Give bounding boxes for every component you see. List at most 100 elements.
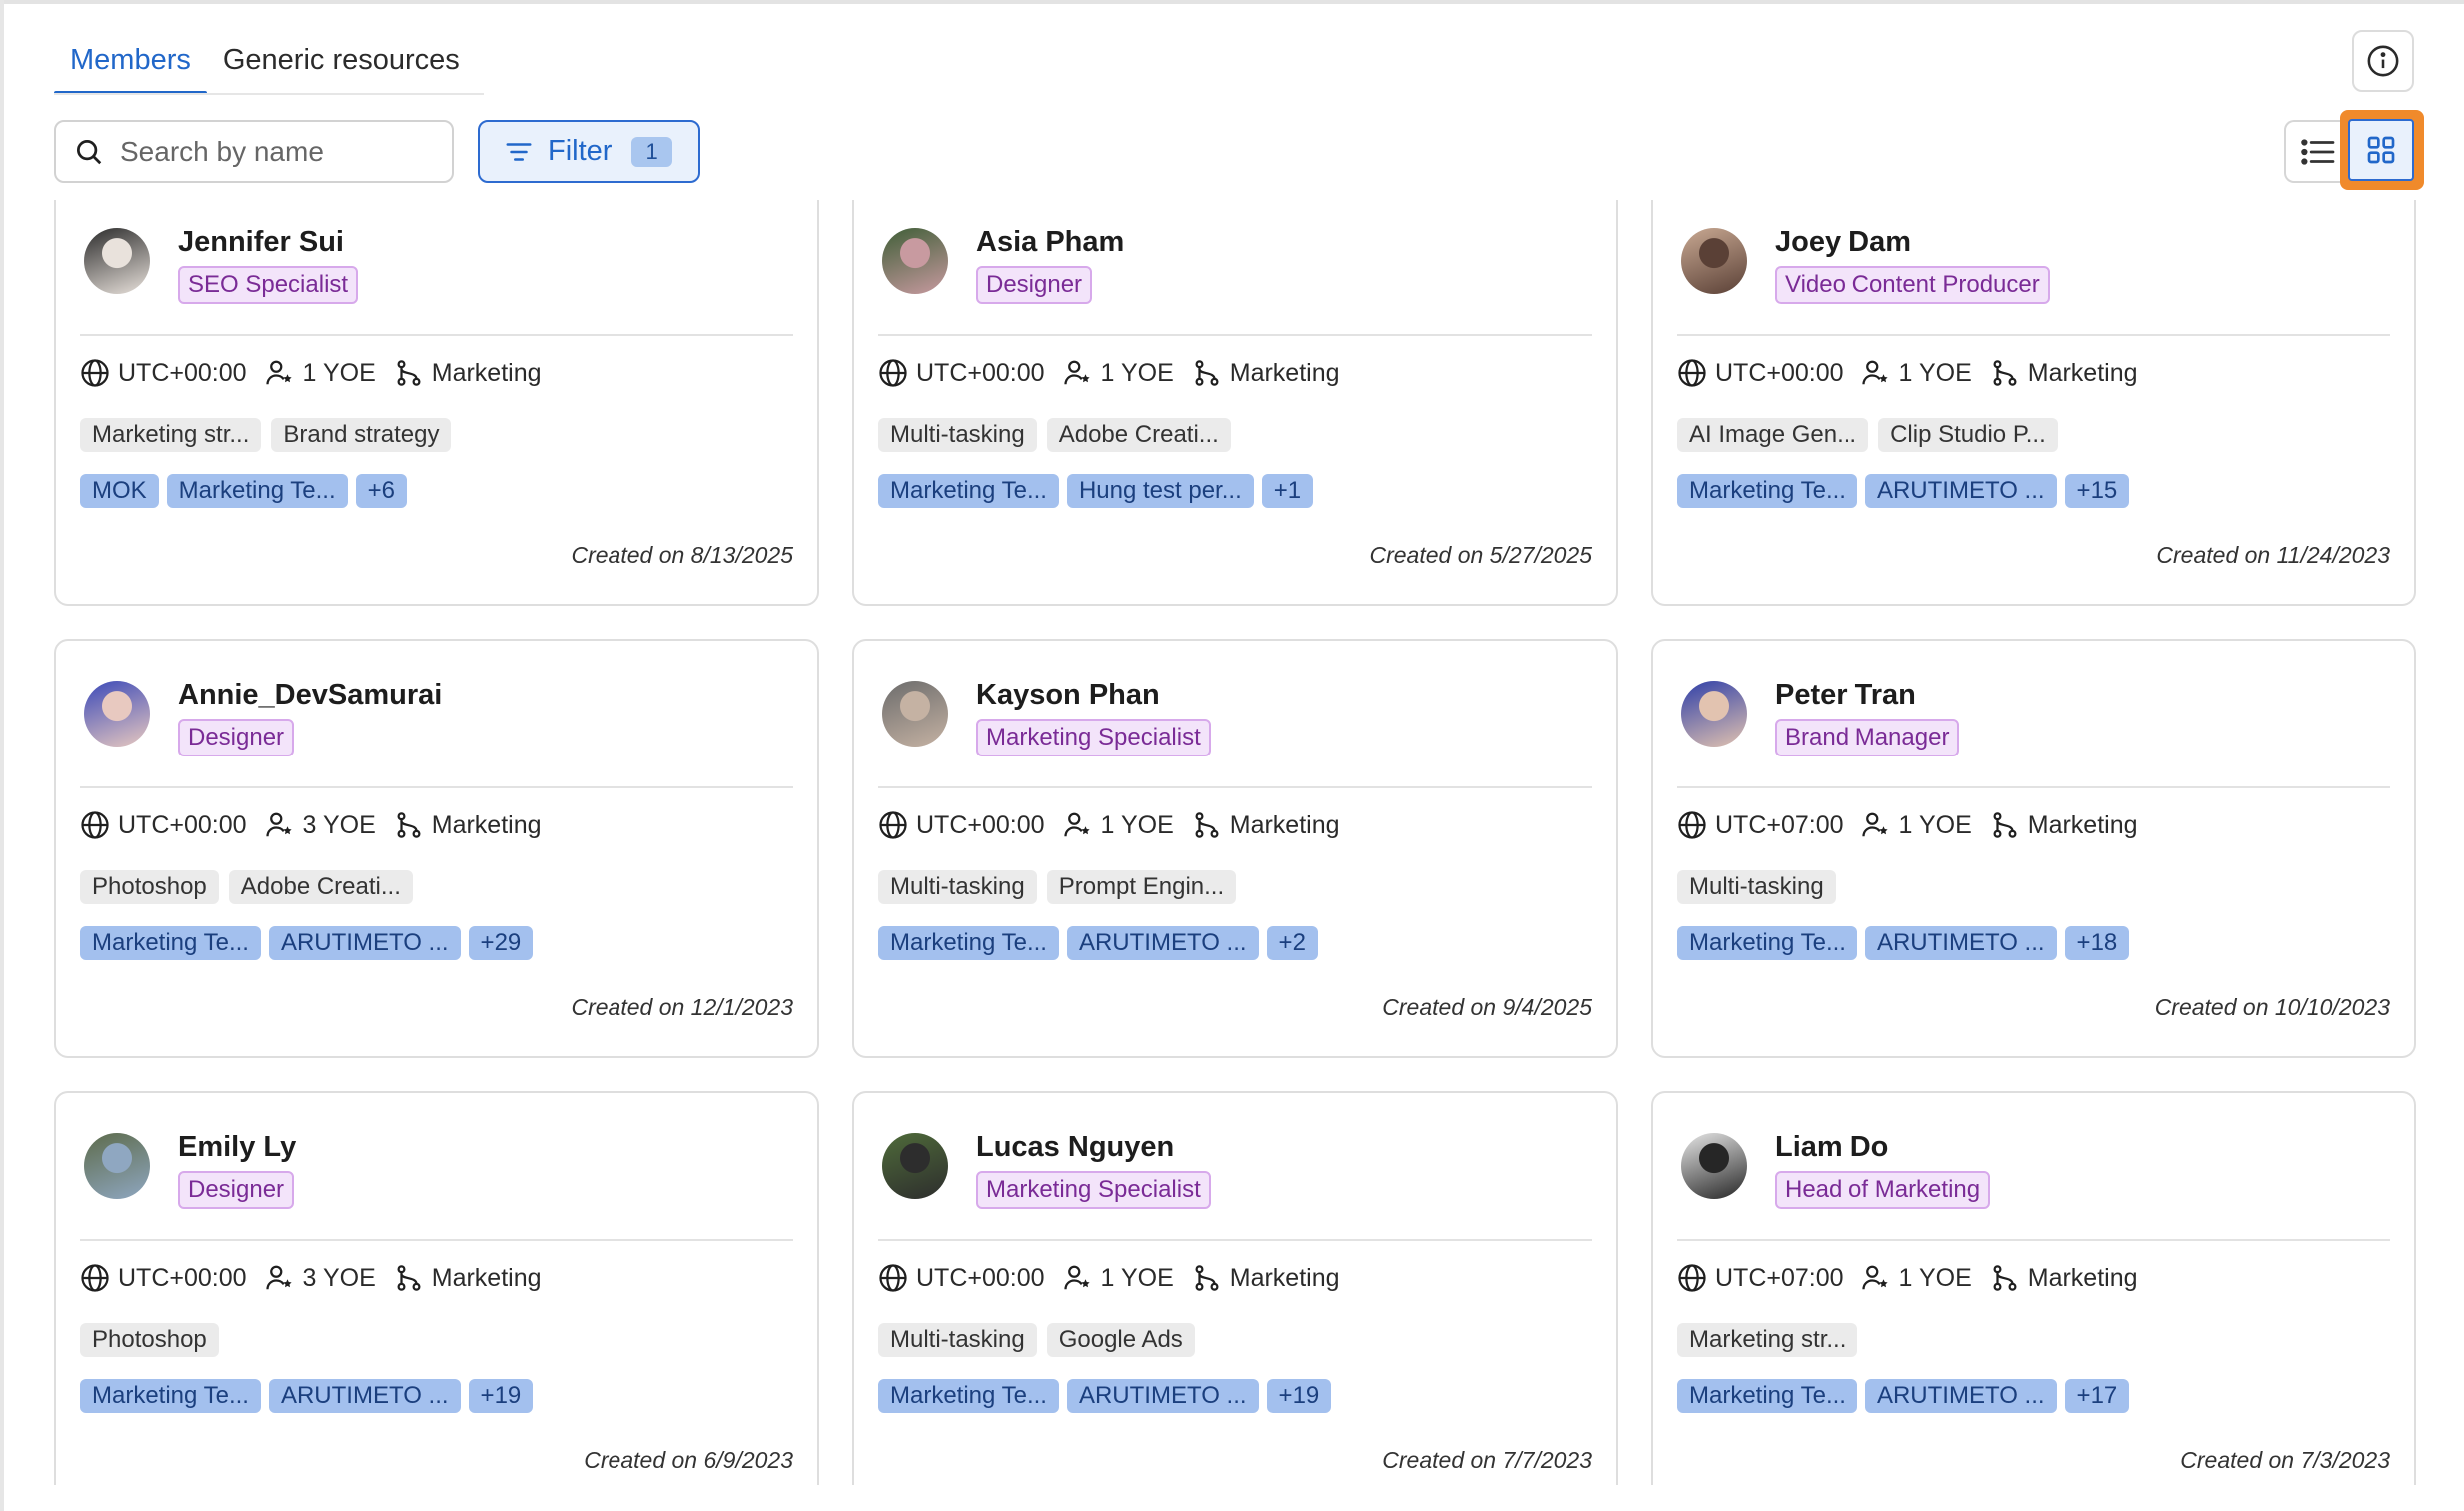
more-teams-badge[interactable]: +15 xyxy=(2064,474,2130,508)
timezone-text: UTC+00:00 xyxy=(916,1263,1045,1292)
search-icon xyxy=(77,139,102,164)
member-meta: UTC+00:00 1 YOE Marketing xyxy=(80,358,560,388)
role-badge: Marketing Specialist xyxy=(976,719,1211,756)
filter-button[interactable]: Filter 1 xyxy=(478,120,700,183)
timezone-text: UTC+07:00 xyxy=(1715,810,1844,839)
team-tag: ARUTIMETO ... xyxy=(1864,1379,2057,1413)
member-card[interactable]: Peter Tran Brand Manager UTC+07:00 1 YOE… xyxy=(1651,639,2416,1058)
team-tag: ARUTIMETO ... xyxy=(1066,926,1259,960)
more-teams-badge[interactable]: +1 xyxy=(1261,474,1314,508)
member-name: Jennifer Sui xyxy=(178,226,344,258)
filter-count-badge: 1 xyxy=(631,136,672,167)
info-icon xyxy=(2367,45,2399,77)
created-date: Created on 11/24/2023 xyxy=(2156,542,2390,568)
team-tag: Marketing Te... xyxy=(1677,474,1857,508)
more-teams-badge[interactable]: +19 xyxy=(1266,1379,1332,1413)
more-teams-badge[interactable]: +29 xyxy=(468,926,534,960)
member-card[interactable]: Joey Dam Video Content Producer UTC+00:0… xyxy=(1651,200,2416,606)
member-name: Peter Tran xyxy=(1775,679,1916,711)
timezone-text: UTC+00:00 xyxy=(1715,358,1844,387)
team-tag: Marketing Te... xyxy=(878,926,1059,960)
member-card[interactable]: Kayson Phan Marketing Specialist UTC+00:… xyxy=(852,639,1618,1058)
tab-generic-resources[interactable]: Generic resources xyxy=(207,44,476,95)
member-meta: UTC+00:00 3 YOE Marketing xyxy=(80,810,560,840)
info-button[interactable] xyxy=(2352,30,2414,92)
more-teams-badge[interactable]: +6 xyxy=(355,474,408,508)
department-text: Marketing xyxy=(1229,810,1340,839)
created-date: Created on 9/4/2025 xyxy=(1382,994,1592,1020)
department-text: Marketing xyxy=(1229,358,1340,387)
skill-tag: Google Ads xyxy=(1046,1323,1195,1357)
member-card-scroll-area[interactable]: Jennifer Sui SEO Specialist UTC+00:00 1 … xyxy=(0,200,2464,1485)
member-card[interactable]: Liam Do Head of Marketing UTC+07:00 1 YO… xyxy=(1651,1091,2416,1485)
member-card[interactable]: Annie_DevSamurai Designer UTC+00:00 3 YO… xyxy=(54,639,819,1058)
experience-text: 1 YOE xyxy=(1100,810,1174,839)
search-input[interactable] xyxy=(118,134,442,169)
department-text: Marketing xyxy=(2027,358,2138,387)
avatar xyxy=(882,681,948,747)
avatar xyxy=(882,1133,948,1199)
team-tags: Marketing Te... ARUTIMETO ... +17 xyxy=(1677,1379,2130,1413)
avatar xyxy=(84,1133,150,1199)
timezone-text: UTC+00:00 xyxy=(118,358,247,387)
role-badge: Designer xyxy=(976,266,1093,304)
more-teams-badge[interactable]: +2 xyxy=(1266,926,1318,960)
skill-tag: Multi-tasking xyxy=(878,1323,1037,1357)
member-card[interactable]: Jennifer Sui SEO Specialist UTC+00:00 1 … xyxy=(54,200,819,606)
team-tags: MOK Marketing Te... +6 xyxy=(80,474,408,508)
card-divider xyxy=(1677,786,2390,788)
team-tags: Marketing Te... ARUTIMETO ... +19 xyxy=(80,1379,534,1413)
skill-tags: Multi-tasking Google Ads xyxy=(878,1323,1195,1357)
avatar xyxy=(1681,1133,1747,1199)
avatar xyxy=(84,228,150,294)
card-divider xyxy=(80,334,793,336)
team-tags: Marketing Te... ARUTIMETO ... +15 xyxy=(1677,474,2130,508)
department-text: Marketing xyxy=(2027,1263,2138,1292)
member-name: Emily Ly xyxy=(178,1131,297,1163)
skill-tags: Multi-tasking Prompt Engin... xyxy=(878,870,1237,904)
user-star-icon xyxy=(1861,810,1891,840)
skill-tag: AI Image Gen... xyxy=(1677,418,1869,452)
role-badge: Marketing Specialist xyxy=(976,1171,1211,1209)
skill-tag: Clip Studio P... xyxy=(1878,418,2058,452)
search-field[interactable] xyxy=(54,120,454,183)
more-teams-badge[interactable]: +17 xyxy=(2064,1379,2130,1413)
globe-icon xyxy=(1677,358,1707,388)
department-text: Marketing xyxy=(431,1263,542,1292)
skill-tag: Marketing str... xyxy=(80,418,262,452)
user-star-icon xyxy=(265,810,295,840)
globe-icon xyxy=(80,1263,110,1293)
globe-icon xyxy=(1677,810,1707,840)
member-meta: UTC+00:00 1 YOE Marketing xyxy=(878,358,1358,388)
more-teams-badge[interactable]: +18 xyxy=(2064,926,2130,960)
more-teams-badge[interactable]: +19 xyxy=(468,1379,534,1413)
timezone-text: UTC+00:00 xyxy=(916,810,1045,839)
skill-tag: Multi-tasking xyxy=(1677,870,1836,904)
card-divider xyxy=(80,1239,793,1241)
member-meta: UTC+07:00 1 YOE Marketing xyxy=(1677,1263,2156,1293)
member-card[interactable]: Emily Ly Designer UTC+00:00 3 YOE Market… xyxy=(54,1091,819,1485)
team-tag: Marketing Te... xyxy=(1677,926,1857,960)
team-tag: Marketing Te... xyxy=(166,474,348,508)
team-tag: Marketing Te... xyxy=(1677,1379,1857,1413)
member-meta: UTC+00:00 1 YOE Marketing xyxy=(878,1263,1358,1293)
experience-text: 1 YOE xyxy=(302,358,376,387)
experience-text: 1 YOE xyxy=(1898,810,1972,839)
department-text: Marketing xyxy=(2027,810,2138,839)
skill-tags: AI Image Gen... Clip Studio P... xyxy=(1677,418,2058,452)
member-meta: UTC+00:00 3 YOE Marketing xyxy=(80,1263,560,1293)
member-card[interactable]: Lucas Nguyen Marketing Specialist UTC+00… xyxy=(852,1091,1618,1485)
created-date: Created on 8/13/2025 xyxy=(571,542,793,568)
grid-view-button[interactable] xyxy=(2348,119,2414,181)
team-tag: ARUTIMETO ... xyxy=(1864,474,2057,508)
member-meta: UTC+00:00 1 YOE Marketing xyxy=(878,810,1358,840)
tab-members[interactable]: Members xyxy=(54,44,207,95)
skill-tags: Photoshop Adobe Creati... xyxy=(80,870,413,904)
skill-tag: Adobe Creati... xyxy=(1046,418,1231,452)
skill-tag: Multi-tasking xyxy=(878,870,1037,904)
member-name: Joey Dam xyxy=(1775,226,1912,258)
user-star-icon xyxy=(1063,358,1093,388)
member-name: Liam Do xyxy=(1775,1131,1889,1163)
department-text: Marketing xyxy=(1229,1263,1340,1292)
member-card[interactable]: Asia Pham Designer UTC+00:00 1 YOE Marke… xyxy=(852,200,1618,606)
